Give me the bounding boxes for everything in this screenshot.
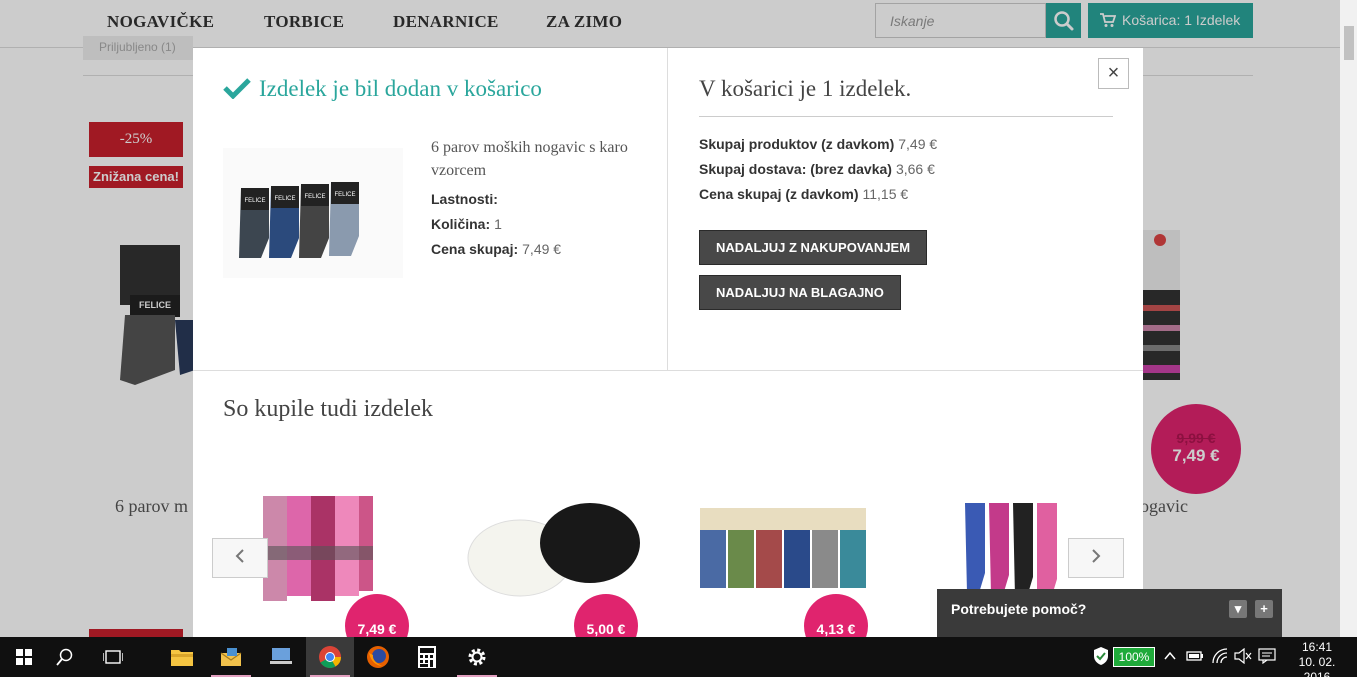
quantity-row: Količina: 1 [431,216,502,232]
felice-label: FELICE [274,196,295,202]
battery-indicator[interactable]: 100% [1113,647,1155,667]
add-to-cart-modal: Izdelek je bil dodan v košarico FELICE F… [193,48,1143,658]
products-total-value: 7,49 € [898,136,938,152]
speaker-muted-icon [1234,647,1252,665]
quantity-label: Količina: [431,216,491,232]
shield-icon [1094,647,1108,665]
mail-icon [220,648,242,666]
windows-icon [16,649,32,665]
task-view-button[interactable] [89,637,137,677]
carousel-prev-button[interactable] [212,538,268,578]
wifi-icon [1212,648,1228,664]
remote-desktop-app[interactable] [257,637,305,677]
chevron-right-icon [1092,549,1101,563]
felice-label: FELICE [334,192,355,198]
products-total-row: Skupaj produktov (z davkom) 7,49 € [699,136,937,152]
properties-row: Lastnosti: [431,191,498,207]
help-widget[interactable]: Potrebujete pomoč? ▾ + [937,589,1282,637]
checkout-button[interactable]: NADALJUJ NA BLAGAJNO [699,275,901,310]
scroll-thumb[interactable] [1344,26,1354,60]
security-tray-icon[interactable] [1093,646,1109,669]
notifications-tray-icon[interactable] [1258,648,1276,667]
clock-date: 10. 02. 2016 [1298,655,1336,677]
mail-app[interactable] [207,637,255,677]
calculator-app[interactable] [403,637,451,677]
clock[interactable]: 16:41 10. 02. 2016 [1285,640,1349,677]
also-bought-title: So kupile tudi izdelek [223,396,433,422]
calculator-icon [418,646,436,668]
file-explorer-app[interactable] [158,637,206,677]
divider [699,116,1113,117]
felice-label: FELICE [244,198,265,204]
battery-icon [1186,651,1203,661]
shipping-row: Skupaj dostava: (brez davka) 3,66 € [699,161,935,177]
checkmark-icon [223,78,251,100]
close-button[interactable]: × [1098,58,1129,89]
network-tray-icon[interactable] [1211,648,1229,667]
firefox-icon [367,646,389,668]
help-label: Potrebujete pomoč? [951,601,1087,617]
quantity-value: 1 [494,216,502,232]
carousel-next-button[interactable] [1068,538,1124,578]
action-center-icon [1258,648,1276,665]
grand-total-row: Cena skupaj (z davkom) 11,15 € [699,186,908,202]
related-product-3[interactable] [685,488,885,613]
folder-icon [171,650,193,666]
help-collapse-button[interactable]: ▾ [1229,600,1247,618]
cart-count-title: V košarici je 1 izdelek. [699,76,912,101]
help-expand-button[interactable]: + [1255,600,1273,618]
shipping-label: Skupaj dostava: (brez davka) [699,161,892,177]
windows-taskbar: 100% 16:41 10. 02. 2016 [0,637,1357,677]
task-view-icon [103,650,123,664]
settings-app[interactable] [453,637,501,677]
product-image: FELICE FELICE FELICE FELICE [223,148,403,278]
clock-time: 16:41 [1301,640,1333,654]
chevron-up-icon [1164,651,1176,660]
related-product-2[interactable] [455,488,655,613]
search-icon [56,648,73,666]
grand-total-value: 11,15 € [862,186,909,202]
scrollbar[interactable] [1340,0,1357,637]
chrome-icon [319,646,341,668]
gear-icon [468,648,486,666]
modal-product-panel: Izdelek je bil dodan v košarico FELICE F… [193,48,668,370]
grand-total-label: Cena skupaj (z davkom) [699,186,859,202]
chevron-left-icon [235,549,244,563]
product-name: 6 parov moških nogavic s karo vzorcem [431,139,628,179]
properties-label: Lastnosti: [431,191,498,207]
total-label: Cena skupaj: [431,241,519,257]
shipping-value: 3,66 € [895,161,935,177]
continue-shopping-button[interactable]: NADALJUJ Z NAKUPOVANJEM [699,230,928,265]
felice-label: FELICE [304,194,325,200]
tray-chevron[interactable] [1163,647,1177,668]
added-title: Izdelek je bil dodan v košarico [223,76,542,102]
total-row: Cena skupaj: 7,49 € [431,241,561,257]
total-value: 7,49 € [522,241,562,257]
chrome-app[interactable] [306,637,354,677]
added-title-text: Izdelek je bil dodan v košarico [259,76,542,101]
volume-tray-icon[interactable] [1234,647,1252,667]
divider [193,370,1143,371]
search-taskbar-button[interactable] [41,637,89,677]
power-tray-icon[interactable] [1186,649,1204,666]
computer-icon [270,648,292,664]
firefox-app[interactable] [354,637,402,677]
products-total-label: Skupaj produktov (z davkom) [699,136,895,152]
